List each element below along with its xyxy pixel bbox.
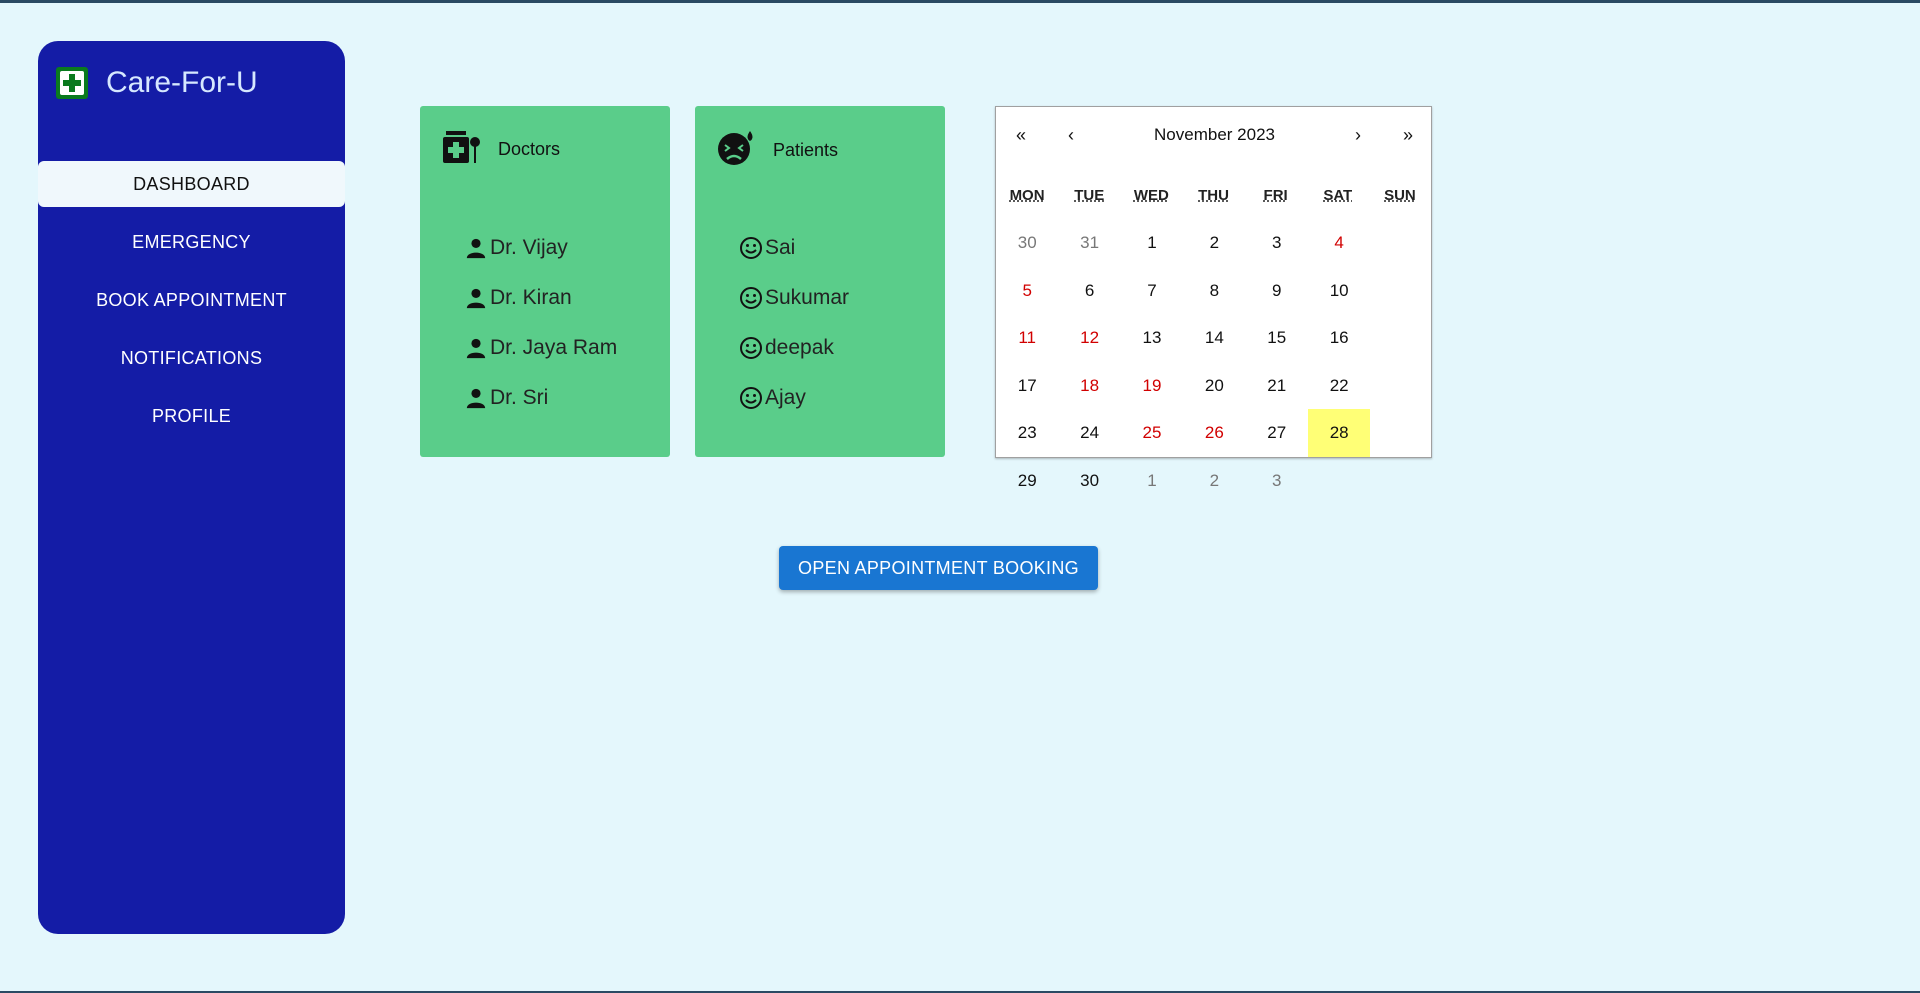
calendar-day[interactable]: 7 (1121, 267, 1183, 315)
calendar-day[interactable]: 15 (1246, 314, 1308, 362)
patient-item[interactable]: deepak (739, 323, 849, 373)
patient-name: deepak (765, 336, 834, 359)
calendar-day[interactable]: 13 (1121, 314, 1183, 362)
prev-month-button[interactable]: ‹ (1046, 107, 1096, 163)
calendar-day[interactable]: 27 (1246, 409, 1308, 457)
calendar-day[interactable]: 30 (1058, 457, 1120, 505)
calendar-day[interactable]: 14 (1183, 314, 1245, 362)
patients-list: Sai Sukumar deepak Ajay (739, 223, 849, 423)
calendar-day[interactable]: 30 (996, 219, 1058, 267)
calendar-day[interactable]: 12 (1058, 314, 1120, 362)
calendar-day[interactable]: 22 (1308, 362, 1370, 410)
calendar-day[interactable]: 3 (1246, 457, 1308, 505)
calendar-day[interactable]: 26 (1183, 409, 1245, 457)
doctors-card: Doctors Dr. Vijay Dr. Kiran Dr. Jaya Ram… (420, 106, 670, 457)
calendar-day[interactable]: 16 (1308, 314, 1370, 362)
smiley-icon (739, 286, 763, 310)
sidebar: Care-For-U DASHBOARD EMERGENCY BOOK APPO… (38, 41, 345, 934)
calendar-day[interactable]: 21 (1246, 362, 1308, 410)
person-icon (464, 236, 488, 260)
open-appointment-booking-button[interactable]: OPEN APPOINTMENT BOOKING (779, 546, 1098, 590)
calendar-day[interactable]: 2 (1183, 219, 1245, 267)
person-icon (464, 286, 488, 310)
calendar-day[interactable]: 24 (1058, 409, 1120, 457)
weekday-label: SAT (1323, 187, 1353, 204)
doctor-name: Dr. Jaya Ram (490, 336, 618, 359)
calendar-day[interactable]: 3 (1246, 219, 1308, 267)
first-aid-icon (56, 67, 88, 99)
calendar-navigation: « ‹ November 2023 › » (996, 107, 1431, 163)
patients-card: Patients Sai Sukumar deepak Ajay (695, 106, 945, 457)
doctors-list: Dr. Vijay Dr. Kiran Dr. Jaya Ram Dr. Sri (464, 223, 617, 423)
doctor-item[interactable]: Dr. Kiran (464, 273, 617, 323)
smiley-icon (739, 336, 763, 360)
calendar-day[interactable]: 31 (1058, 219, 1120, 267)
next-month-button[interactable]: › (1333, 107, 1383, 163)
calendar-day[interactable]: 18 (1058, 362, 1120, 410)
calendar-weekdays: MON TUE WED THU FRI SAT SUN (996, 187, 1431, 204)
patients-card-header: Patients (717, 130, 838, 171)
person-icon (464, 336, 488, 360)
smiley-icon (739, 386, 763, 410)
calendar-day[interactable]: 23 (996, 409, 1058, 457)
sidebar-item-notifications[interactable]: NOTIFICATIONS (38, 335, 345, 381)
sidebar-item-dashboard[interactable]: DASHBOARD (38, 161, 345, 207)
calendar-day[interactable]: 10 (1308, 267, 1370, 315)
brand[interactable]: Care-For-U (56, 63, 258, 103)
doctors-card-header: Doctors (442, 130, 560, 169)
doctor-name: Dr. Kiran (490, 286, 572, 309)
weekday-label: FRI (1263, 187, 1288, 204)
weekday-label: MON (1009, 187, 1045, 204)
calendar-month-label[interactable]: November 2023 (1096, 107, 1333, 163)
calendar-day[interactable]: 8 (1183, 267, 1245, 315)
calendar-day[interactable]: 29 (996, 457, 1058, 505)
calendar-day[interactable]: 2 (1183, 457, 1245, 505)
calendar-day[interactable]: 1 (1121, 457, 1183, 505)
app-title: Care-For-U (106, 66, 258, 99)
sidebar-nav: DASHBOARD EMERGENCY BOOK APPOINTMENT NOT… (38, 161, 345, 451)
calendar-day[interactable]: 1 (1121, 219, 1183, 267)
smiley-icon (739, 236, 763, 260)
medication-icon (442, 130, 480, 169)
sidebar-item-profile[interactable]: PROFILE (38, 393, 345, 439)
calendar-day[interactable]: 9 (1246, 267, 1308, 315)
calendar-day[interactable]: 4 (1308, 219, 1370, 267)
doctors-card-title: Doctors (498, 139, 561, 159)
calendar-day[interactable]: 11 (996, 314, 1058, 362)
sick-face-icon (717, 130, 755, 171)
doctor-name: Dr. Sri (490, 386, 549, 409)
patient-name: Sai (765, 236, 796, 259)
weekday-label: TUE (1074, 187, 1105, 204)
patient-name: Ajay (765, 386, 806, 409)
calendar-day[interactable]: 5 (996, 267, 1058, 315)
calendar-day[interactable]: 25 (1121, 409, 1183, 457)
calendar: « ‹ November 2023 › » MON TUE WED THU FR… (995, 106, 1432, 490)
sidebar-item-emergency[interactable]: EMERGENCY (38, 219, 345, 265)
sidebar-item-book-appointment[interactable]: BOOK APPOINTMENT (38, 277, 345, 323)
calendar-day[interactable]: 19 (1121, 362, 1183, 410)
calendar-day-today[interactable]: 28 (1307, 409, 1371, 457)
calendar-day[interactable]: 17 (996, 362, 1058, 410)
prev-year-button[interactable]: « (996, 107, 1046, 163)
weekday-label: SUN (1384, 187, 1416, 204)
patient-item[interactable]: Ajay (739, 373, 849, 423)
weekday-label: THU (1198, 187, 1229, 204)
doctor-item[interactable]: Dr. Vijay (464, 223, 617, 273)
patient-name: Sukumar (765, 286, 850, 309)
person-icon (464, 386, 488, 410)
calendar-day[interactable]: 20 (1183, 362, 1245, 410)
weekday-label: WED (1133, 187, 1169, 204)
doctor-item[interactable]: Dr. Sri (464, 373, 617, 423)
calendar-day[interactable]: 6 (1058, 267, 1120, 315)
doctor-item[interactable]: Dr. Jaya Ram (464, 323, 617, 373)
next-year-button[interactable]: » (1383, 107, 1433, 163)
patient-item[interactable]: Sukumar (739, 273, 849, 323)
calendar-days: 30 31 1 2 3 4 5 6 7 8 9 10 11 12 13 14 1… (996, 219, 1431, 504)
patients-card-title: Patients (773, 140, 839, 160)
patient-item[interactable]: Sai (739, 223, 849, 273)
doctor-name: Dr. Vijay (490, 236, 568, 259)
